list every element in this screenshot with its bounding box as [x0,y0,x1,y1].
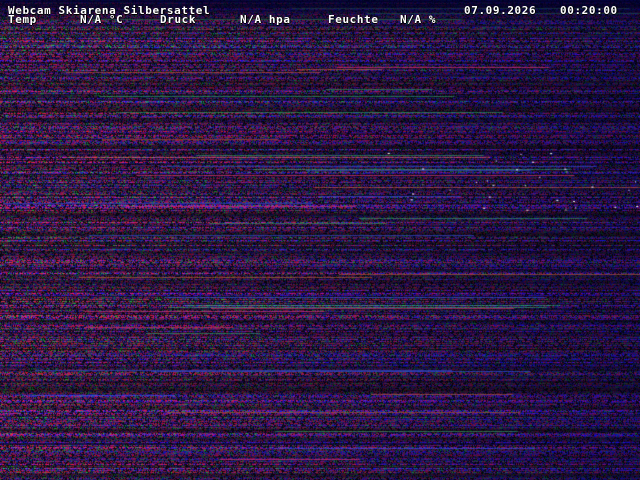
humidity-value: N/A % [400,13,437,26]
pressure-label: Druck [160,13,197,26]
humidity-label: Feuchte [328,13,379,26]
temperature-value: N/A °C [80,13,124,26]
pressure-value: N/A hpa [240,13,291,26]
webcam-image: Webcam Skiarena Silbersattel 07.09.2026 … [0,0,640,480]
overlay-date: 07.09.2026 [464,4,537,17]
overlay-time: 00:20:00 [560,4,618,17]
temperature-label: Temp [8,13,37,26]
webcam-overlay: Webcam Skiarena Silbersattel 07.09.2026 … [0,0,640,26]
static-noise-image [0,0,640,480]
